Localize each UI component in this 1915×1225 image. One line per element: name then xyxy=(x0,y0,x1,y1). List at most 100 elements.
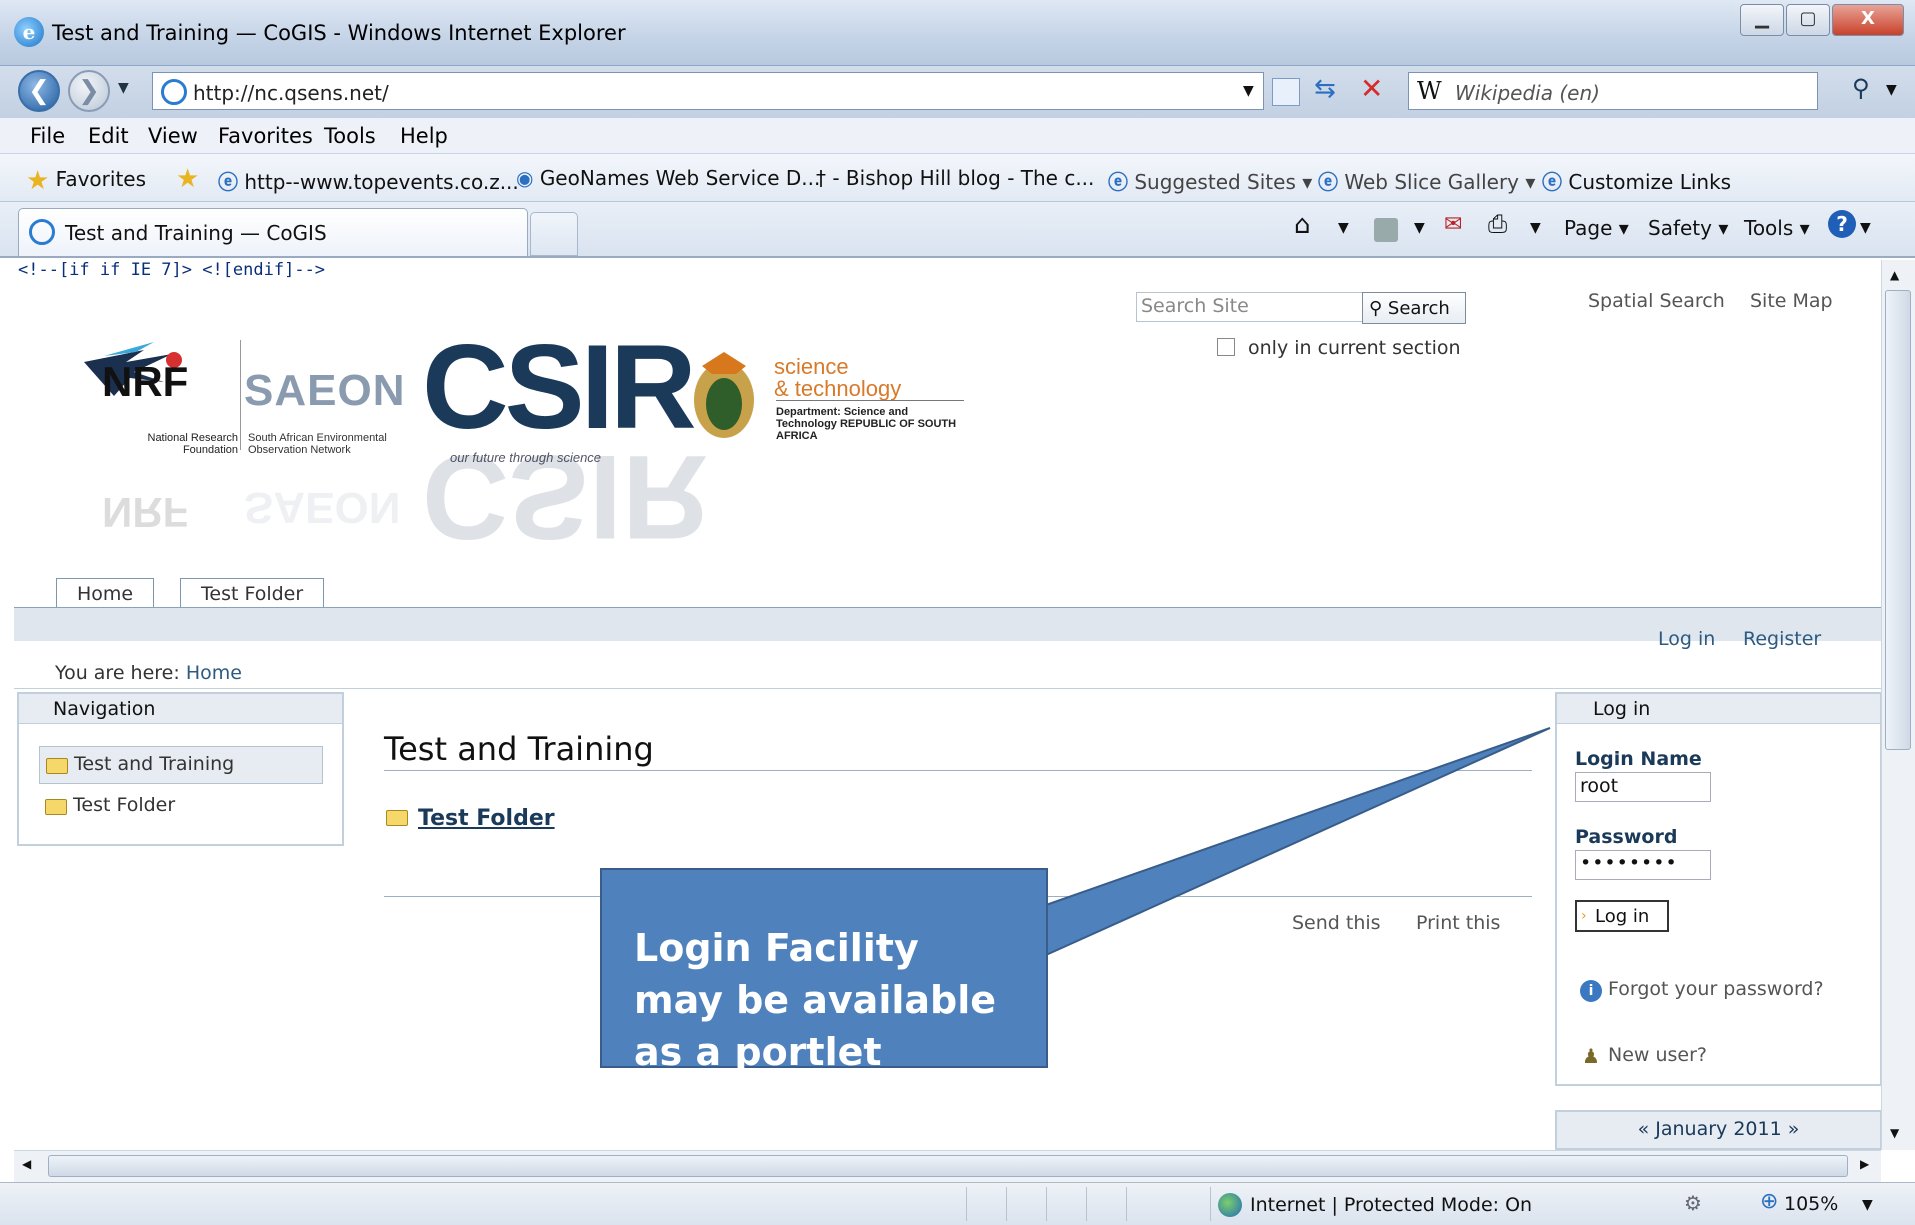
breadcrumb-divider xyxy=(14,688,1881,689)
horizontal-scroll-thumb[interactable] xyxy=(48,1155,1848,1177)
mail-icon[interactable]: ✉ xyxy=(1444,212,1462,237)
site-search-input[interactable]: Search Site xyxy=(1136,292,1366,322)
scroll-up-icon[interactable]: ▲ xyxy=(1890,268,1899,282)
maximize-button[interactable]: ▢ xyxy=(1786,4,1830,36)
navigation-header: Navigation xyxy=(19,694,342,724)
refresh-icon[interactable]: ⇆ xyxy=(1314,74,1336,104)
add-favorite-icon[interactable]: ★ xyxy=(176,164,199,194)
scroll-left-icon[interactable]: ◀ xyxy=(22,1157,31,1171)
page-title: Test and Training xyxy=(384,730,654,768)
ie-logo-icon: e xyxy=(14,17,44,47)
help-icon[interactable]: ? xyxy=(1828,210,1856,238)
breadcrumb-home-link[interactable]: Home xyxy=(186,662,242,684)
scroll-down-icon[interactable]: ▼ xyxy=(1890,1126,1899,1140)
print-dropdown-icon[interactable]: ▼ xyxy=(1530,220,1541,236)
home-dropdown-icon[interactable]: ▼ xyxy=(1338,220,1349,236)
new-user-link[interactable]: New user? xyxy=(1608,1044,1707,1066)
only-current-section-checkbox[interactable] xyxy=(1217,338,1235,356)
search-options-icon[interactable]: ▼ xyxy=(1886,82,1897,98)
login-link[interactable]: Log in xyxy=(1658,628,1715,650)
forgot-password-link[interactable]: Forgot your password? xyxy=(1608,978,1824,1000)
protected-mode-icon[interactable]: ⚙ xyxy=(1684,1191,1702,1215)
menu-help[interactable]: Help xyxy=(400,124,448,148)
stop-icon[interactable]: ✕ xyxy=(1360,72,1383,105)
only-current-section-label: only in current section xyxy=(1248,337,1461,359)
history-dropdown-icon[interactable]: ▼ xyxy=(118,80,129,96)
tools-menu[interactable]: Tools ▾ xyxy=(1744,216,1810,240)
menu-edit[interactable]: Edit xyxy=(88,124,129,148)
globe-icon: ◉ xyxy=(516,166,534,190)
callout-box: Login Facility may be available as a por… xyxy=(600,868,1048,1074)
fav-topevents[interactable]: ⓔ http--www.topevents.co.z... xyxy=(218,166,519,195)
feeds-icon[interactable] xyxy=(1374,218,1398,242)
login-submit-label: Log in xyxy=(1595,906,1650,927)
logo-reflection: NRF SAEON CSIR xyxy=(102,430,709,564)
url-dropdown-icon[interactable]: ▼ xyxy=(1243,83,1254,99)
status-cell xyxy=(1126,1187,1166,1221)
window-title: Test and Training — CoGIS - Windows Inte… xyxy=(52,21,626,45)
nav-item-test-and-training[interactable]: Test and Training xyxy=(39,746,323,784)
menu-tools[interactable]: Tools xyxy=(324,124,376,148)
new-tab-button[interactable] xyxy=(530,212,578,256)
fav-customize-links[interactable]: ⓔ Customize Links xyxy=(1542,166,1731,195)
scroll-right-icon[interactable]: ▶ xyxy=(1860,1157,1869,1171)
page-menu[interactable]: Page ▾ xyxy=(1564,216,1629,240)
ie-conditional-comment: <!--[if if IE 7]> <![endif]--> xyxy=(18,260,326,280)
nav-item-label: Test and Training xyxy=(74,753,235,775)
globe-icon xyxy=(1218,1193,1242,1217)
saeon-text: SAEON xyxy=(244,366,406,415)
search-box[interactable]: W Wikipedia (en) xyxy=(1408,72,1818,110)
star-icon: ★ xyxy=(26,166,50,196)
callout-text: Login Facility may be available as a por… xyxy=(634,926,997,1074)
calendar-header[interactable]: « January 2011 » xyxy=(1638,1118,1800,1140)
arrow-icon: › xyxy=(1581,908,1587,924)
login-submit-button[interactable]: › Log in xyxy=(1575,900,1669,932)
nav-item-test-folder[interactable]: Test Folder xyxy=(39,788,181,822)
fav-bishophill[interactable]: † - Bishop Hill blog - The c... xyxy=(816,166,1094,190)
back-button[interactable]: ❮ xyxy=(18,70,60,112)
title-underline xyxy=(384,770,1532,771)
site-icon xyxy=(161,79,187,105)
help-dropdown-icon[interactable]: ▼ xyxy=(1860,220,1871,236)
menu-view[interactable]: View xyxy=(148,124,198,148)
print-this-link[interactable]: Print this xyxy=(1416,912,1500,934)
close-button[interactable]: X xyxy=(1832,4,1904,36)
zoom-level[interactable]: 105% xyxy=(1784,1193,1838,1215)
register-link[interactable]: Register xyxy=(1743,628,1821,650)
password-label: Password xyxy=(1575,826,1678,848)
wikipedia-icon: W xyxy=(1417,77,1442,105)
ie-page-icon: ⓔ xyxy=(218,170,238,194)
search-icon[interactable]: ⚲ xyxy=(1852,74,1870,102)
url-input[interactable]: http://nc.qsens.net/ ▼ xyxy=(152,72,1264,110)
security-zone-text[interactable]: Internet | Protected Mode: On xyxy=(1250,1194,1532,1216)
nrf-text: NRF xyxy=(102,358,189,405)
login-name-input[interactable]: root xyxy=(1575,772,1711,802)
status-cell xyxy=(966,1187,1006,1221)
favorites-button[interactable]: ★ Favorites xyxy=(26,166,146,196)
ie-page-icon: ⓔ xyxy=(1542,170,1562,194)
fav-web-slice-gallery[interactable]: ⓔ Web Slice Gallery ▾ xyxy=(1318,166,1535,195)
home-icon[interactable]: ⌂ xyxy=(1294,210,1311,240)
fav-geonames[interactable]: ◉ GeoNames Web Service D... xyxy=(516,166,820,190)
zoom-dropdown-icon[interactable]: ▼ xyxy=(1862,1197,1873,1213)
menu-file[interactable]: File xyxy=(30,124,65,148)
send-this-link[interactable]: Send this xyxy=(1292,912,1381,934)
spatial-search-link[interactable]: Spatial Search xyxy=(1588,290,1725,312)
feeds-dropdown-icon[interactable]: ▼ xyxy=(1414,220,1425,236)
ie-page-icon: ⓔ xyxy=(1318,170,1338,194)
site-tab-test-folder[interactable]: Test Folder xyxy=(180,578,325,608)
test-folder-link[interactable]: Test Folder xyxy=(418,806,555,831)
minimize-button[interactable]: ▁ xyxy=(1740,4,1784,36)
site-search-button[interactable]: ⚲ Search xyxy=(1362,292,1466,324)
compat-view-icon[interactable] xyxy=(1272,78,1300,106)
menu-favorites[interactable]: Favorites xyxy=(218,124,313,148)
vertical-scroll-thumb[interactable] xyxy=(1885,290,1911,750)
forward-button[interactable]: ❯ xyxy=(68,70,110,112)
site-tab-home[interactable]: Home xyxy=(56,578,155,608)
password-input[interactable]: •••••••• xyxy=(1575,850,1711,880)
site-map-link[interactable]: Site Map xyxy=(1750,290,1833,312)
browser-tab-active[interactable]: Test and Training — CoGIS xyxy=(18,208,528,256)
print-icon[interactable]: ⎙ xyxy=(1488,210,1507,238)
fav-suggested-sites[interactable]: ⓔ Suggested Sites ▾ xyxy=(1108,166,1312,195)
safety-menu[interactable]: Safety ▾ xyxy=(1648,216,1728,240)
